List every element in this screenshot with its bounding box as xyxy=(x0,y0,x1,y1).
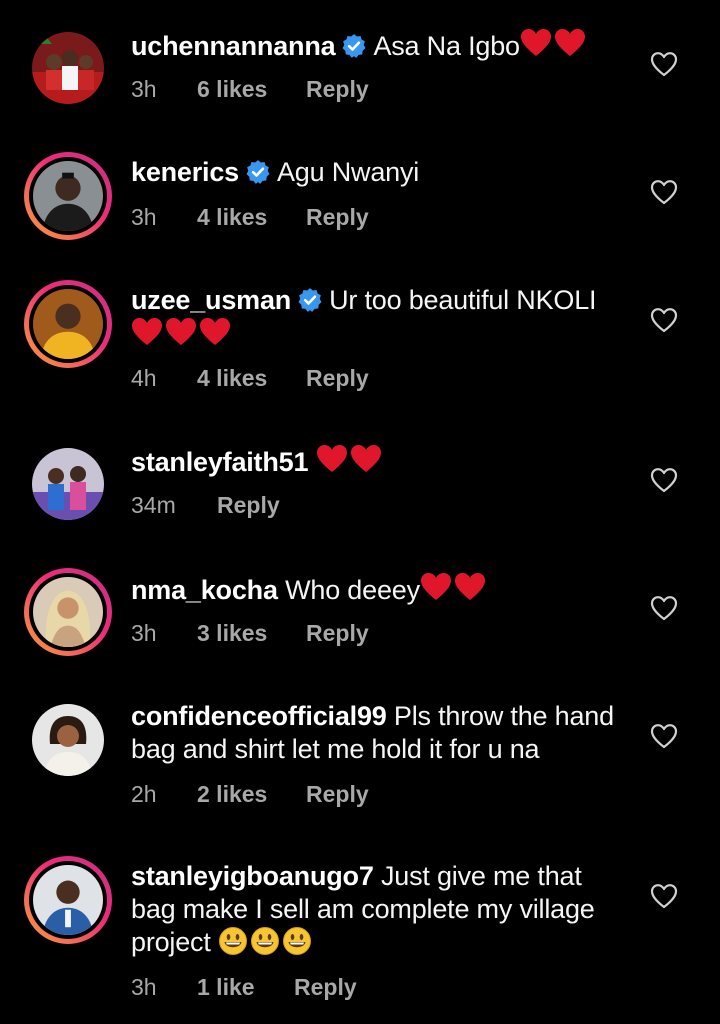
red-heart-emoji xyxy=(554,29,585,56)
comment-likes[interactable]: 2 likes xyxy=(197,781,306,808)
comment-time: 34m xyxy=(131,492,176,518)
avatar-image xyxy=(33,161,103,231)
comment-body: Ur too beautiful NKOLI xyxy=(329,285,597,315)
reply-button[interactable]: Reply xyxy=(294,974,357,1001)
comment-meta: 3h 6 likes Reply xyxy=(131,76,369,103)
comment-likes[interactable]: 6 likes xyxy=(197,76,306,103)
red-heart-emoji xyxy=(132,318,162,345)
comment-username[interactable]: stanleyfaith51 xyxy=(131,447,308,477)
red-heart-emoji-group xyxy=(520,28,588,66)
red-heart-emoji xyxy=(350,445,381,472)
avatar[interactable] xyxy=(24,856,112,944)
comment-username[interactable]: uzee_usman xyxy=(131,285,291,315)
comment-text-block: stanleyfaith51 xyxy=(131,444,631,482)
comment-likes[interactable]: 4 likes xyxy=(197,365,306,392)
avatar[interactable] xyxy=(24,152,112,240)
comment-time: 4h xyxy=(131,365,157,391)
reply-button[interactable]: Reply xyxy=(306,365,369,392)
comment-username[interactable]: nma_kocha xyxy=(131,575,278,605)
avatar[interactable] xyxy=(24,696,112,784)
red-heart-emoji xyxy=(200,318,230,345)
red-heart-emoji-group xyxy=(316,444,384,482)
red-heart-emoji xyxy=(166,318,196,345)
avatar[interactable] xyxy=(24,440,112,528)
avatar[interactable] xyxy=(24,280,112,368)
reply-button[interactable]: Reply xyxy=(306,781,369,808)
comment-meta: 3h 3 likes Reply xyxy=(131,620,369,647)
comment-meta: 3h 4 likes Reply xyxy=(131,204,369,231)
reply-button[interactable]: Reply xyxy=(217,492,280,519)
comment-body: Agu Nwanyi xyxy=(276,157,420,187)
verified-badge-icon xyxy=(298,288,322,312)
comment-time: 3h xyxy=(131,204,157,230)
avatar-image xyxy=(33,865,103,935)
heart-outline-icon[interactable] xyxy=(650,307,678,333)
verified-badge-icon xyxy=(246,160,270,184)
red-heart-emoji xyxy=(316,445,347,472)
avatar-image xyxy=(33,577,103,647)
comment-text-block: uchennannanna Asa Na Igbo xyxy=(131,28,631,66)
heart-outline-icon[interactable] xyxy=(650,883,678,909)
comment-time: 2h xyxy=(131,781,157,807)
heart-outline-icon[interactable] xyxy=(650,51,678,77)
comment-username[interactable]: uchennannanna xyxy=(131,31,336,61)
reply-button[interactable]: Reply xyxy=(306,204,369,231)
comment-likes[interactable]: 1 like xyxy=(197,974,294,1001)
comment-likes[interactable]: 4 likes xyxy=(197,204,306,231)
red-heart-emoji xyxy=(454,573,485,600)
comment-meta: 3h 1 like Reply xyxy=(131,974,357,1001)
comment-meta: 2h 2 likes Reply xyxy=(131,781,369,808)
comment-meta: 4h 4 likes Reply xyxy=(131,365,369,392)
heart-outline-icon[interactable] xyxy=(650,723,678,749)
avatar[interactable] xyxy=(24,568,112,656)
grinning-face-emoji-group xyxy=(218,927,314,957)
reply-button[interactable]: Reply xyxy=(306,76,369,103)
avatar-image xyxy=(33,289,103,359)
red-heart-emoji-group xyxy=(420,572,488,610)
comment-time: 3h xyxy=(131,76,157,102)
comment-text-block: nma_kocha Who deeey xyxy=(131,572,631,610)
verified-badge-icon xyxy=(342,34,366,58)
comment-body: Asa Na Igbo xyxy=(373,31,520,61)
comment-body: Who deeey xyxy=(285,575,420,605)
comment-text-block: stanleyigboanugo7 Just give me that bag … xyxy=(131,860,631,959)
grinning-face-icon xyxy=(250,927,279,955)
red-heart-emoji xyxy=(520,29,551,56)
grinning-face-icon xyxy=(282,927,311,955)
comment-time: 3h xyxy=(131,620,157,646)
comment-time: 3h xyxy=(131,974,157,1000)
comment-text-block: kenerics Agu Nwanyi xyxy=(131,156,631,189)
comment-text-block: uzee_usman Ur too beautiful NKOLI xyxy=(131,284,631,355)
comment-username[interactable]: stanleyigboanugo7 xyxy=(131,861,374,891)
comment-username[interactable]: confidenceofficial99 xyxy=(131,701,387,731)
reply-button[interactable]: Reply xyxy=(306,620,369,647)
avatar-image xyxy=(32,448,104,520)
comment-text-block: confidenceofficial99 Pls throw the hand … xyxy=(131,700,631,766)
avatar-image xyxy=(32,32,104,104)
comment-likes[interactable]: 3 likes xyxy=(197,620,306,647)
avatar[interactable] xyxy=(24,24,112,112)
red-heart-emoji-group xyxy=(131,317,233,355)
comment-username[interactable]: kenerics xyxy=(131,157,239,187)
red-heart-emoji xyxy=(420,573,451,600)
grinning-face-icon xyxy=(218,927,247,955)
comment-meta: 34m Reply xyxy=(131,492,280,519)
heart-outline-icon[interactable] xyxy=(650,595,678,621)
avatar-image xyxy=(32,704,104,776)
heart-outline-icon[interactable] xyxy=(650,179,678,205)
heart-outline-icon[interactable] xyxy=(650,467,678,493)
